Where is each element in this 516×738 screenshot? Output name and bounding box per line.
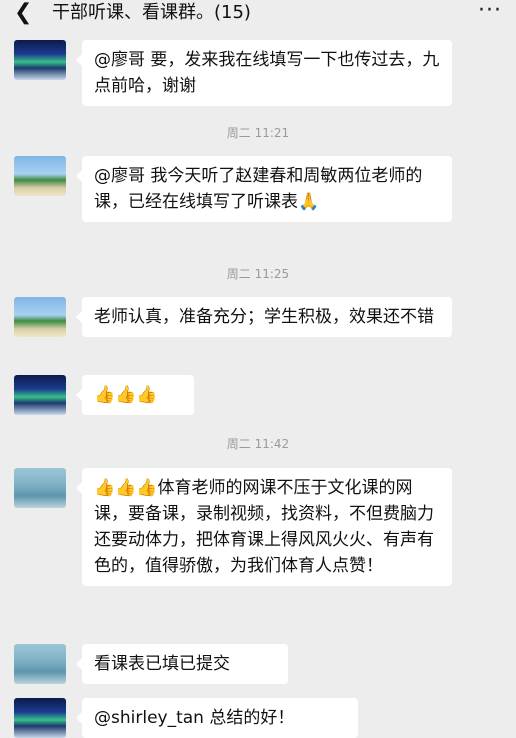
chat-header: ❮ 干部听课、看课群。(15) ··· — [0, 0, 516, 30]
more-options-icon[interactable]: ··· — [478, 0, 502, 23]
message-bubble[interactable]: 👍👍👍体育老师的网课不压于文化课的网课，要备课，录制视频，找资料，不但费脑力还要… — [76, 468, 452, 586]
avatar[interactable] — [14, 156, 66, 196]
avatar[interactable] — [14, 40, 66, 80]
avatar[interactable] — [14, 297, 66, 337]
timestamp: 周二 11:21 — [226, 126, 290, 140]
avatar[interactable] — [14, 644, 66, 684]
back-chevron-icon[interactable]: ❮ — [14, 0, 32, 26]
timestamp: 周二 11:25 — [226, 267, 290, 281]
message-bubble[interactable]: @廖哥 要，发来我在线填写一下也传过去，九点前哈，谢谢 — [76, 40, 452, 106]
message-bubble[interactable]: 老师认真，准备充分；学生积极，效果还不错 — [76, 297, 452, 337]
avatar[interactable] — [14, 698, 66, 738]
message-bubble[interactable]: 看课表已填已提交 — [76, 644, 288, 684]
message-bubble[interactable]: @廖哥 我今天听了赵建春和周敏两位老师的课，已经在线填写了听课表🙏 — [76, 156, 452, 222]
message-bubble[interactable]: @shirley_tan 总结的好！ — [76, 698, 358, 738]
message-bubble[interactable]: 👍👍👍 — [76, 375, 194, 415]
timestamp: 周二 11:42 — [226, 437, 290, 451]
chat-title: 干部听课、看课群。(15) — [52, 2, 251, 23]
avatar[interactable] — [14, 468, 66, 508]
avatar[interactable] — [14, 375, 66, 415]
